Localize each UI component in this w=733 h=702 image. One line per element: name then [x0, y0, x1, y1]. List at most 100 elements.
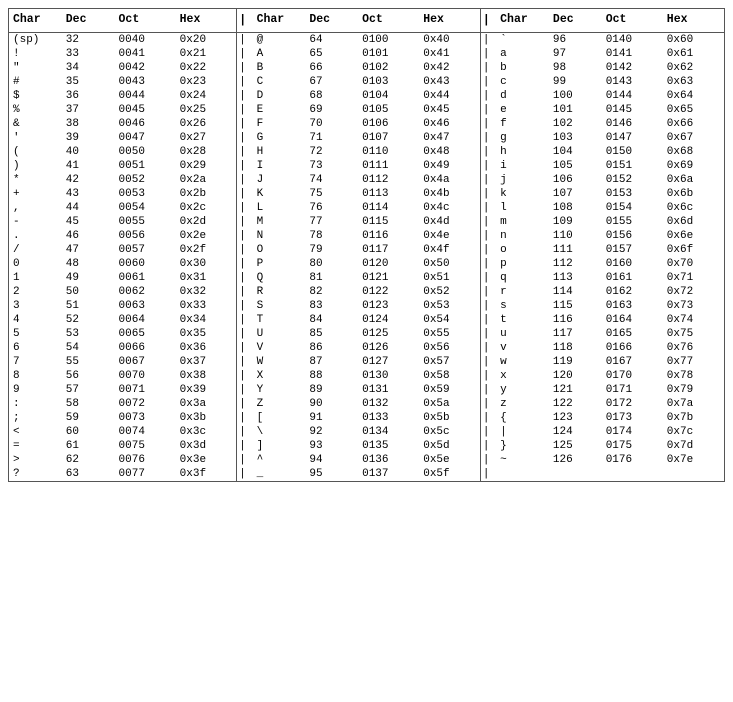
hex-col-3: 0x6d — [663, 215, 724, 229]
char-col-1: & — [9, 117, 62, 131]
table-row: 25000620x32|R8201220x52|r11401620x72 — [9, 285, 724, 299]
oct-col-2: 0105 — [358, 103, 419, 117]
char-col-1: . — [9, 229, 62, 243]
oct-col-2: 0112 — [358, 173, 419, 187]
char-col-3: h — [496, 145, 549, 159]
char-col-2: E — [253, 103, 306, 117]
dec-col-3: 101 — [549, 103, 602, 117]
separator-cell-2: | — [480, 257, 496, 271]
table-row: =6100750x3d|]9301350x5d|}12501750x7d — [9, 439, 724, 453]
hex-col-1: 0x22 — [176, 61, 237, 75]
dec-col-3: 102 — [549, 117, 602, 131]
dec-col-1: 37 — [62, 103, 115, 117]
oct-col-2: 0102 — [358, 61, 419, 75]
char-col-2: F — [253, 117, 306, 131]
dec-col-3: 118 — [549, 341, 602, 355]
dec-col-1: 33 — [62, 47, 115, 61]
dec-col-1: 59 — [62, 411, 115, 425]
char-col-1: 0 — [9, 257, 62, 271]
hex-col-1: 0x37 — [176, 355, 237, 369]
hex-col-1: 0x3b — [176, 411, 237, 425]
char-col-1: ( — [9, 145, 62, 159]
oct-col-3: 0166 — [602, 341, 663, 355]
char-col-2: J — [253, 173, 306, 187]
separator-cell-1: | — [237, 397, 253, 411]
oct-col-2: 0122 — [358, 285, 419, 299]
table-row: ,4400540x2c|L7601140x4c|l10801540x6c — [9, 201, 724, 215]
oct-col-1: 0053 — [115, 187, 176, 201]
separator-cell-2: | — [480, 271, 496, 285]
oct-col-1: 0073 — [115, 411, 176, 425]
char-col-3: f — [496, 117, 549, 131]
char-col-3: j — [496, 173, 549, 187]
hex-col-2: 0x45 — [419, 103, 480, 117]
dec-col-1: 43 — [62, 187, 115, 201]
hex-col-2: 0x4e — [419, 229, 480, 243]
hex-col-1: 0x3e — [176, 453, 237, 467]
oct-col-1: 0067 — [115, 355, 176, 369]
table-row: 85600700x38|X8801300x58|x12001700x78 — [9, 369, 724, 383]
hex-col-2: 0x5c — [419, 425, 480, 439]
separator-cell-2: | — [480, 411, 496, 425]
separator-cell-2: | — [480, 355, 496, 369]
oct-col-3: 0160 — [602, 257, 663, 271]
char-col-1: 2 — [9, 285, 62, 299]
dec-col-3: 111 — [549, 243, 602, 257]
dec-col-2: 88 — [305, 369, 358, 383]
oct-col-2: 0111 — [358, 159, 419, 173]
dec-col-1: 36 — [62, 89, 115, 103]
table-row: )4100510x29|I7301110x49|i10501510x69 — [9, 159, 724, 173]
dec-col-1: 47 — [62, 243, 115, 257]
dec-col-3: 108 — [549, 201, 602, 215]
dec-col-2: 90 — [305, 397, 358, 411]
hex-col-2: 0x51 — [419, 271, 480, 285]
oct-col-3: 0157 — [602, 243, 663, 257]
separator-cell-1: | — [237, 145, 253, 159]
char-col-2: D — [253, 89, 306, 103]
oct-col-1: 0043 — [115, 75, 176, 89]
oct-col-1: 0052 — [115, 173, 176, 187]
char-col-3: } — [496, 439, 549, 453]
hex-col-1: 0x29 — [176, 159, 237, 173]
char-col-1: ; — [9, 411, 62, 425]
char-col-2: B — [253, 61, 306, 75]
oct-col-1: 0046 — [115, 117, 176, 131]
dec-col-3: 97 — [549, 47, 602, 61]
table-row: $3600440x24|D6801040x44|d10001440x64 — [9, 89, 724, 103]
char-col-3: g — [496, 131, 549, 145]
hex-col-1: 0x24 — [176, 89, 237, 103]
dec-col-3: 107 — [549, 187, 602, 201]
hex-col-2: 0x43 — [419, 75, 480, 89]
hex-col-3: 0x66 — [663, 117, 724, 131]
oct-col-2: 0137 — [358, 467, 419, 481]
oct-col-3: 0142 — [602, 61, 663, 75]
dec-col-3: 117 — [549, 327, 602, 341]
hex-col-3: 0x72 — [663, 285, 724, 299]
oct-col-2: 0124 — [358, 313, 419, 327]
char-col-3: b — [496, 61, 549, 75]
oct-col-2: 0107 — [358, 131, 419, 145]
hex-col-2: 0x44 — [419, 89, 480, 103]
hex-col-2: 0x53 — [419, 299, 480, 313]
hex-col-3: 0x70 — [663, 257, 724, 271]
hex-col-2: 0x4a — [419, 173, 480, 187]
char-col-2: [ — [253, 411, 306, 425]
hex-col-2: 0x5d — [419, 439, 480, 453]
header-char-2: Char — [253, 9, 306, 33]
separator-cell-2: | — [480, 89, 496, 103]
dec-col-2: 84 — [305, 313, 358, 327]
oct-col-1: 0064 — [115, 313, 176, 327]
hex-col-1: 0x33 — [176, 299, 237, 313]
char-col-2: Y — [253, 383, 306, 397]
table-row: (4000500x28|H7201100x48|h10401500x68 — [9, 145, 724, 159]
hex-col-3: 0x75 — [663, 327, 724, 341]
separator-cell-1: | — [237, 425, 253, 439]
oct-col-3: 0150 — [602, 145, 663, 159]
char-col-2: W — [253, 355, 306, 369]
hex-col-1: 0x31 — [176, 271, 237, 285]
hex-col-1: 0x2f — [176, 243, 237, 257]
oct-col-1: 0076 — [115, 453, 176, 467]
hex-col-1: 0x2a — [176, 173, 237, 187]
dec-col-3: 115 — [549, 299, 602, 313]
dec-col-1: 58 — [62, 397, 115, 411]
